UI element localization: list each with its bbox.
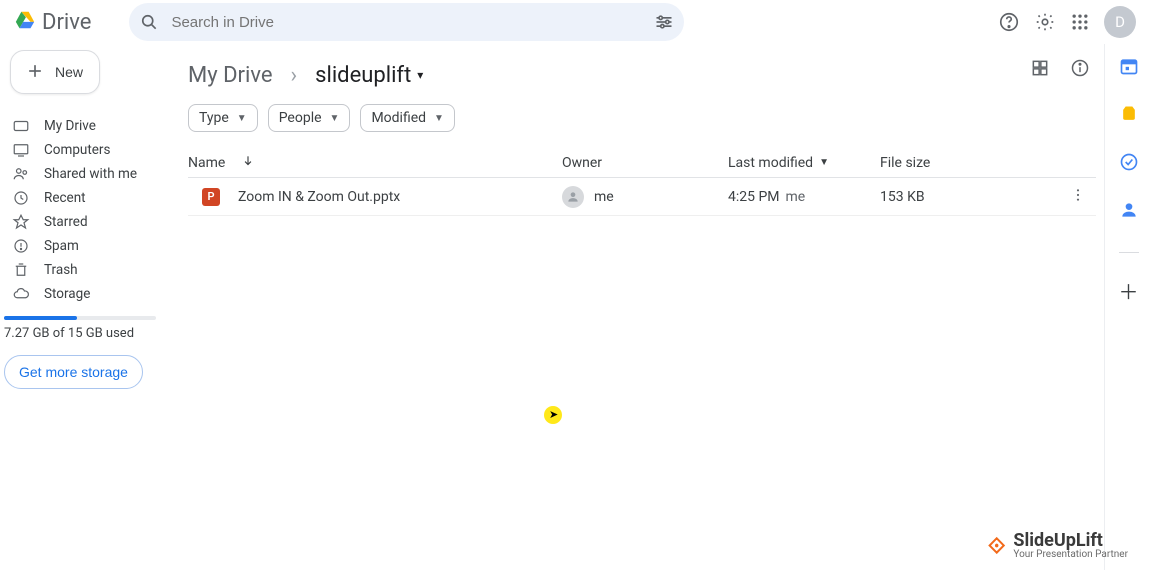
sidebar-item-label: Spam [44,238,79,254]
drive-folder-icon [12,117,30,135]
sidebar: New My Drive Computers Shared with me Re… [0,44,172,570]
modified-time: 4:25 PM [728,189,780,205]
filter-modified[interactable]: Modified ▼ [360,104,455,132]
arrow-down-icon [241,154,255,172]
file-name: Zoom IN & Zoom Out.pptx [238,189,400,205]
cloud-icon [12,285,30,303]
apps-icon[interactable] [1070,12,1090,32]
side-panel: ＋ [1104,44,1152,570]
filter-type[interactable]: Type ▼ [188,104,258,132]
filter-bar: Type ▼ People ▼ Modified ▼ [188,104,1096,132]
computers-icon [12,141,30,159]
breadcrumb-current[interactable]: slideuplift ▾ [315,63,423,88]
sidebar-item-starred[interactable]: Starred [4,210,160,234]
watermark-brand: SlideUpLift [1013,532,1128,550]
header-actions: D [998,6,1144,38]
plus-icon [25,61,45,84]
column-modified-label: Last modified [728,155,813,171]
column-size-label: File size [880,155,930,171]
sidebar-item-label: Recent [44,190,86,206]
storage-progress [4,316,156,320]
caret-down-icon: ▼ [237,113,247,124]
get-addons-icon[interactable]: ＋ [1120,281,1138,299]
help-icon[interactable] [998,11,1020,33]
tasks-icon[interactable] [1119,152,1139,172]
sidebar-item-my-drive[interactable]: My Drive [4,114,160,138]
storage-usage-text: 7.27 GB of 15 GB used [4,326,160,341]
sidebar-item-spam[interactable]: Spam [4,234,160,258]
sidebar-item-storage[interactable]: Storage [4,282,160,306]
breadcrumb-current-label: slideuplift [315,63,411,88]
column-owner[interactable]: Owner [562,155,728,171]
trash-icon [12,261,30,279]
table-row[interactable]: P Zoom IN & Zoom Out.pptx me 4:25 PM me … [188,178,1096,216]
contacts-icon[interactable] [1119,200,1139,220]
account-avatar[interactable]: D [1104,6,1136,38]
file-size: 153 KB [880,189,925,205]
search-input[interactable] [171,14,642,31]
column-owner-label: Owner [562,155,602,171]
shared-icon [12,165,30,183]
row-menu-icon[interactable] [1070,187,1086,207]
caret-down-icon: ▼ [434,113,444,124]
breadcrumb: My Drive › slideuplift ▾ [188,52,1096,98]
cursor-highlight [544,406,562,424]
app-name: Drive [42,10,91,35]
get-more-storage-button[interactable]: Get more storage [4,355,143,389]
search-icon [139,12,159,32]
side-panel-divider [1119,252,1139,253]
calendar-icon[interactable] [1119,56,1139,76]
main-content: My Drive › slideuplift ▾ Type ▼ People ▼ M… [172,44,1104,570]
owner-name: me [594,189,614,205]
owner-avatar-icon [562,186,584,208]
sidebar-item-recent[interactable]: Recent [4,186,160,210]
sidebar-item-label: Trash [44,262,78,278]
star-icon [12,213,30,231]
pptx-file-icon: P [202,188,220,206]
watermark: ⟐ SlideUpLift Your Presentation Partner [988,532,1128,560]
filter-type-label: Type [199,110,229,126]
chevron-right-icon: › [291,63,298,88]
info-icon[interactable] [1070,58,1090,78]
column-name[interactable]: Name [188,154,562,172]
new-button[interactable]: New [10,50,100,94]
search-bar[interactable] [129,3,684,41]
clock-icon [12,189,30,207]
layout-toggle-icon[interactable] [1030,58,1050,78]
caret-down-icon: ▼ [819,157,829,168]
sidebar-item-computers[interactable]: Computers [4,138,160,162]
app-logo[interactable]: Drive [14,9,91,35]
sidebar-item-label: Shared with me [44,166,137,182]
cursor-arrow-icon: ➤ [549,408,558,421]
caret-down-icon: ▼ [330,113,340,124]
column-name-label: Name [188,155,225,171]
sidebar-item-label: Storage [44,286,90,302]
chevron-down-icon: ▾ [417,68,423,82]
column-last-modified[interactable]: Last modified ▼ [728,155,880,171]
sidebar-item-label: My Drive [44,118,96,134]
new-button-label: New [55,64,83,80]
spam-icon [12,237,30,255]
sidebar-item-label: Starred [44,214,88,230]
settings-icon[interactable] [1034,11,1056,33]
filter-people-label: People [279,110,322,126]
sidebar-item-label: Computers [44,142,110,158]
watermark-tagline: Your Presentation Partner [1013,550,1128,560]
drive-logo-icon [14,9,36,35]
sidebar-item-shared[interactable]: Shared with me [4,162,160,186]
table-header: Name Owner Last modified ▼ File size [188,148,1096,178]
header: Drive D [0,0,1152,44]
keep-icon[interactable] [1119,104,1139,124]
filter-people[interactable]: People ▼ [268,104,351,132]
modified-by: me [786,189,806,205]
column-file-size[interactable]: File size [880,155,1060,171]
breadcrumb-root[interactable]: My Drive [188,63,273,88]
sidebar-item-trash[interactable]: Trash [4,258,160,282]
watermark-logo-icon: ⟐ [988,534,1005,559]
filter-modified-label: Modified [371,110,426,126]
search-options-icon[interactable] [654,12,674,32]
